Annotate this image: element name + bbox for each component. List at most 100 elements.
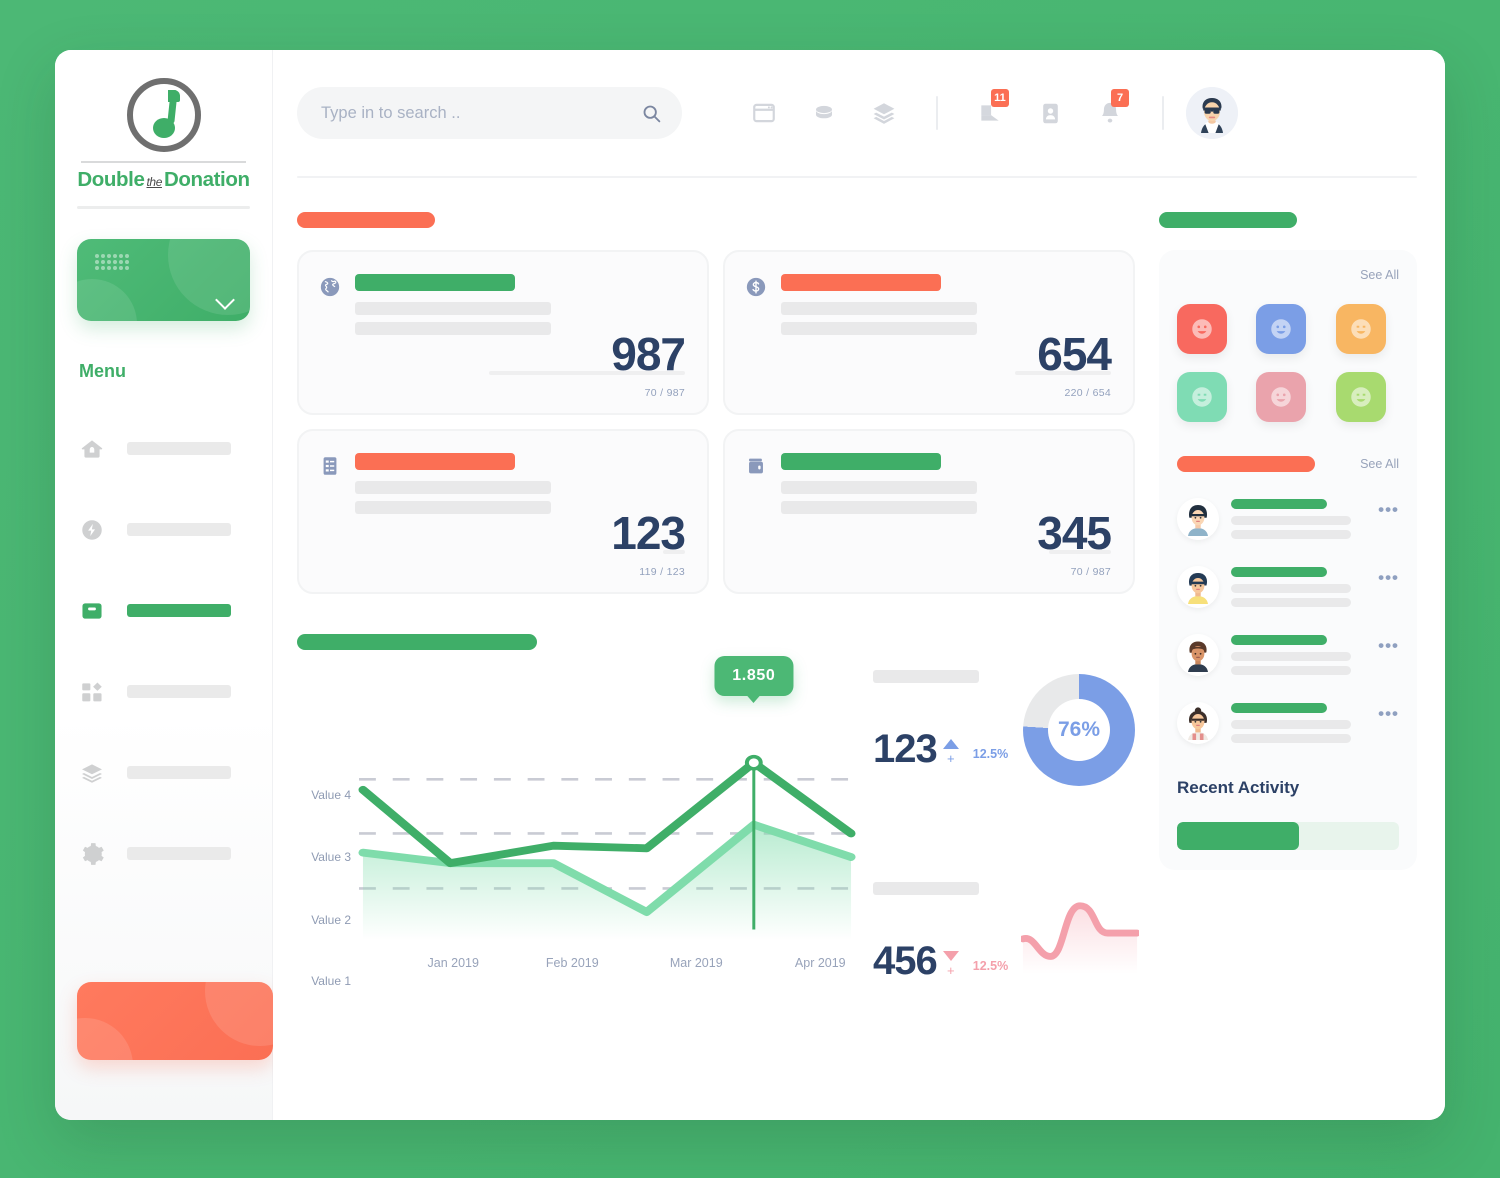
- app-window: Double theDonation Menu Type in to searc…: [55, 50, 1445, 1120]
- kpi-value: 123: [873, 727, 938, 771]
- globe-icon: [319, 276, 341, 298]
- chart-series-2-area: [362, 824, 852, 940]
- bell-badge: 7: [1111, 89, 1129, 107]
- list-item-sub: [1231, 720, 1351, 729]
- person-tile[interactable]: [1177, 372, 1227, 422]
- inbox-icon: [79, 598, 105, 624]
- sidebar-item-label: [127, 685, 231, 698]
- right-section-title-placeholder: [1159, 212, 1297, 228]
- search-box[interactable]: [297, 87, 682, 139]
- kpi-value: 456: [873, 939, 938, 983]
- sidebar-item-layers[interactable]: [55, 732, 272, 813]
- person-tile[interactable]: [1335, 304, 1386, 354]
- chart-block: Value 4 Value 3 Value 2 Value 1 1.850 Ja…: [297, 634, 1139, 1032]
- stat-card[interactable]: 987 70 / 987: [297, 250, 709, 415]
- see-all-link[interactable]: See All: [1360, 268, 1399, 282]
- more-options-icon[interactable]: •••: [1378, 568, 1399, 588]
- stat-card-subtitle: [781, 322, 977, 335]
- content-area: 987 70 / 987 654 220 / 654 123 119 / 123…: [273, 178, 1445, 1120]
- list-item-sub: [1231, 598, 1351, 607]
- avatar[interactable]: [1186, 87, 1238, 139]
- list-item[interactable]: •••: [1177, 566, 1399, 608]
- contact-card-icon[interactable]: [1020, 91, 1080, 135]
- recent-activity-heading: Recent Activity: [1177, 778, 1300, 797]
- stat-card-title: [781, 274, 941, 291]
- sidebar-item-inbox[interactable]: [55, 570, 272, 651]
- people-tiles: [1177, 304, 1399, 422]
- kpi-plus-sign: +: [946, 751, 955, 766]
- wallet-icon: [745, 455, 767, 477]
- page-background: Double theDonation Menu Type in to searc…: [0, 0, 1500, 1178]
- more-options-icon[interactable]: •••: [1378, 500, 1399, 520]
- grid-dots-icon: [95, 254, 129, 270]
- kpi-label-placeholder: [873, 882, 979, 895]
- more-options-icon[interactable]: •••: [1378, 704, 1399, 724]
- list-item-sub: [1231, 516, 1351, 525]
- line-chart: Value 4 Value 3 Value 2 Value 1 1.850 Ja…: [297, 656, 856, 988]
- y-tick-label: Value 4: [311, 788, 351, 802]
- kpi-column: 123 + 12.5% 76% 456 + 12.5%: [873, 634, 1139, 1032]
- list-item-sub: [1231, 584, 1351, 593]
- browser-window-icon[interactable]: [734, 91, 794, 135]
- sidebar-item-flash[interactable]: [55, 489, 272, 570]
- stat-card-title: [355, 453, 515, 470]
- stat-card-subtitle: [781, 481, 977, 494]
- sidebar-item-label: [127, 523, 231, 536]
- search-icon[interactable]: [641, 103, 662, 124]
- brand-logo[interactable]: Double theDonation: [55, 50, 272, 209]
- chart-annotation-marker: [744, 754, 763, 771]
- sidebar-item-home[interactable]: [55, 408, 272, 489]
- home-icon: [79, 436, 105, 462]
- music-note-circle-logo-icon: [126, 78, 201, 152]
- gear-icon: [79, 841, 105, 867]
- recent-activity-progress: [1177, 822, 1399, 850]
- logo-divider: [81, 161, 246, 163]
- kpi-percent: 12.5%: [972, 747, 1009, 761]
- see-all-link[interactable]: See All: [1360, 457, 1399, 471]
- person-tile[interactable]: [1335, 372, 1386, 422]
- list-item[interactable]: •••: [1177, 702, 1399, 744]
- stat-card[interactable]: 123 119 / 123: [297, 429, 709, 594]
- stat-card-progress: [663, 550, 685, 554]
- x-tick-label: Feb 2019: [545, 956, 599, 970]
- search-input[interactable]: [321, 103, 641, 123]
- topbar-divider: [936, 96, 938, 130]
- chart-tooltip: 1.850: [714, 656, 794, 703]
- x-tick-label: Mar 2019: [669, 956, 723, 970]
- dashboard-grid-icon: [79, 679, 105, 705]
- stat-card[interactable]: 654 220 / 654: [723, 250, 1135, 415]
- sidebar-item-settings[interactable]: [55, 813, 272, 894]
- stat-card[interactable]: 345 70 / 987: [723, 429, 1135, 594]
- stat-card-progress: [1015, 371, 1111, 375]
- more-options-icon[interactable]: •••: [1378, 636, 1399, 656]
- list-item[interactable]: •••: [1177, 634, 1399, 676]
- person-tile[interactable]: [1256, 372, 1307, 422]
- chart-x-axis: Jan 2019 Feb 2019 Mar 2019 Apr 2019: [359, 956, 855, 976]
- sidebar-cta-button[interactable]: [77, 982, 273, 1060]
- person-tile[interactable]: [1256, 304, 1307, 354]
- stat-cards-grid: 987 70 / 987 654 220 / 654 123 119 / 123…: [297, 250, 1135, 594]
- kpi-widget-sparkline[interactable]: 456 + 12.5%: [873, 882, 1139, 1032]
- y-tick-label: Value 3: [311, 850, 351, 864]
- logo-bottom-rule: [77, 206, 250, 209]
- layers-icon[interactable]: [854, 91, 914, 135]
- flash-icon: [79, 517, 105, 543]
- stat-card-title: [781, 453, 941, 470]
- topbar: 11 7: [273, 50, 1445, 176]
- y-tick-label: Value 2: [311, 913, 351, 927]
- section-title-placeholder: [297, 212, 435, 228]
- kpi-widget-donut[interactable]: 123 + 12.5% 76%: [873, 670, 1135, 820]
- stat-card-progress: [1049, 550, 1111, 554]
- mail-icon[interactable]: 11: [960, 89, 1020, 135]
- org-selector[interactable]: [77, 239, 250, 321]
- list-item-sub: [1231, 652, 1351, 661]
- coins-icon[interactable]: [794, 91, 854, 135]
- list-item-title: [1231, 703, 1327, 713]
- kpi-percent: 12.5%: [972, 959, 1009, 973]
- donut-value: 76%: [1057, 718, 1101, 741]
- person-tile[interactable]: [1177, 304, 1227, 354]
- list-item[interactable]: •••: [1177, 498, 1399, 540]
- sidebar-item-dashboard[interactable]: [55, 651, 272, 732]
- bell-icon[interactable]: 7: [1080, 89, 1140, 135]
- stat-card-title: [355, 274, 515, 291]
